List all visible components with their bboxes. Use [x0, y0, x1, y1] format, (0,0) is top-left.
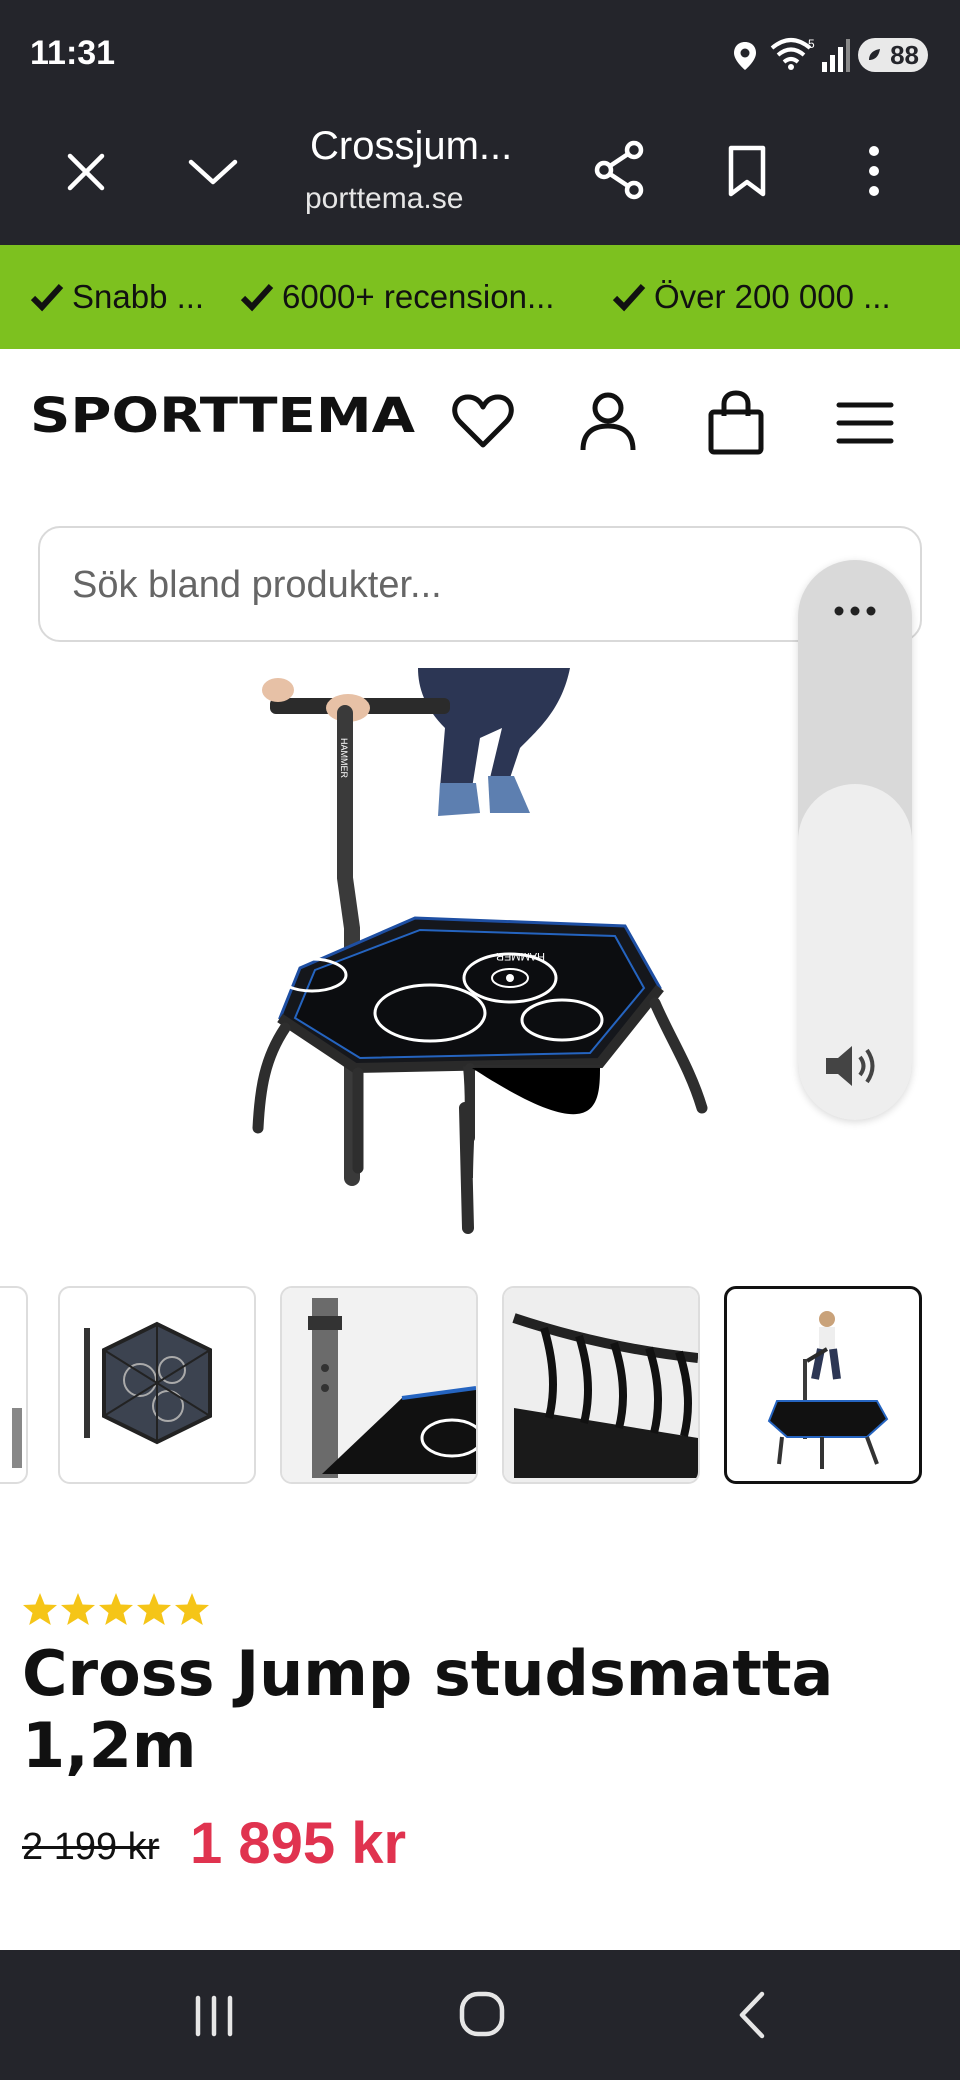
home-icon[interactable] [458, 1990, 506, 2038]
screen: 11:31 5 88 Crossjum... porttema.se Snabb… [0, 0, 960, 2080]
thumbnail-image [767, 1311, 889, 1469]
thumbnail[interactable] [58, 1286, 256, 1484]
battery-saver-icon [869, 49, 880, 60]
svg-text:5: 5 [808, 37, 815, 51]
heart-icon[interactable] [452, 392, 514, 450]
checkmark-icon [30, 283, 64, 312]
shopping-bag-icon[interactable] [706, 390, 766, 456]
status-time: 11:31 [30, 34, 116, 72]
battery-indicator: 88 [858, 38, 928, 72]
rating-stars[interactable] [22, 1592, 210, 1628]
usp-text: Över 200 000 ... [654, 278, 891, 315]
chevron-down-icon[interactable] [186, 156, 240, 188]
thumbnail[interactable] [502, 1286, 700, 1484]
status-bar: 11:31 5 88 [0, 0, 960, 108]
svg-text:SPORTTEMA: SPORTTEMA [30, 392, 415, 438]
share-icon[interactable] [592, 140, 646, 200]
location-icon [734, 42, 756, 70]
checkmark-icon [240, 283, 274, 312]
wifi-icon: 5 [770, 37, 815, 70]
sporttema-logo[interactable]: SPORTTEMA [30, 392, 415, 438]
sale-price: 1 895 kr [190, 1811, 407, 1876]
star-icon [23, 1593, 57, 1625]
bookmark-icon[interactable] [726, 144, 768, 198]
thumbnail[interactable] [280, 1286, 478, 1484]
svg-text:HAMMER: HAMMER [339, 738, 349, 778]
thumbnail-selected[interactable] [724, 1286, 922, 1484]
page-title[interactable]: Crossjum... [310, 124, 530, 169]
volume-options-icon[interactable] [832, 604, 878, 618]
page-url[interactable]: porttema.se [305, 182, 485, 216]
usp-item: 6000+ recension... [240, 277, 565, 317]
svg-text:HAMMER: HAMMER [496, 950, 545, 962]
thumbnail[interactable] [0, 1286, 28, 1484]
more-options-icon[interactable] [864, 144, 884, 198]
user-account-icon[interactable] [578, 390, 638, 454]
search-placeholder: Sök bland produkter... [72, 564, 442, 606]
star-icon [61, 1593, 95, 1625]
star-icon [137, 1593, 171, 1625]
usp-item: Snabb ... [30, 277, 205, 317]
usp-text: Snabb ... [72, 278, 205, 315]
thumbnail-image [12, 1408, 22, 1468]
usp-text: 6000+ recension... [282, 278, 555, 315]
system-nav-bar [0, 1950, 960, 2080]
back-icon[interactable] [734, 1990, 768, 2040]
close-icon[interactable] [64, 150, 108, 194]
browser-toolbar: Crossjum... porttema.se [0, 108, 960, 245]
signal-icon [822, 39, 850, 72]
usp-banner: Snabb ... 6000+ recension... Över 200 00… [0, 245, 960, 349]
recent-apps-icon[interactable] [192, 1994, 236, 2038]
checkmark-icon [612, 283, 646, 312]
speaker-icon[interactable] [822, 1040, 884, 1092]
battery-level: 88 [890, 40, 919, 70]
thumbnail-image [84, 1321, 212, 1445]
product-main-image[interactable]: HAMMER HAMMER [240, 668, 740, 1243]
thumbnail-image [282, 1288, 476, 1482]
usp-item: Över 200 000 ... [612, 277, 960, 317]
product-title: Cross Jump studsmatta 1,2m [22, 1637, 834, 1782]
volume-panel[interactable] [798, 560, 912, 1120]
star-icon [99, 1593, 133, 1625]
search-input[interactable]: Sök bland produkter... [38, 526, 922, 642]
original-price: 2 199 kr [22, 1826, 160, 1868]
thumbnail-image [504, 1288, 698, 1482]
star-icon [175, 1593, 209, 1625]
hamburger-menu-icon[interactable] [836, 400, 894, 446]
